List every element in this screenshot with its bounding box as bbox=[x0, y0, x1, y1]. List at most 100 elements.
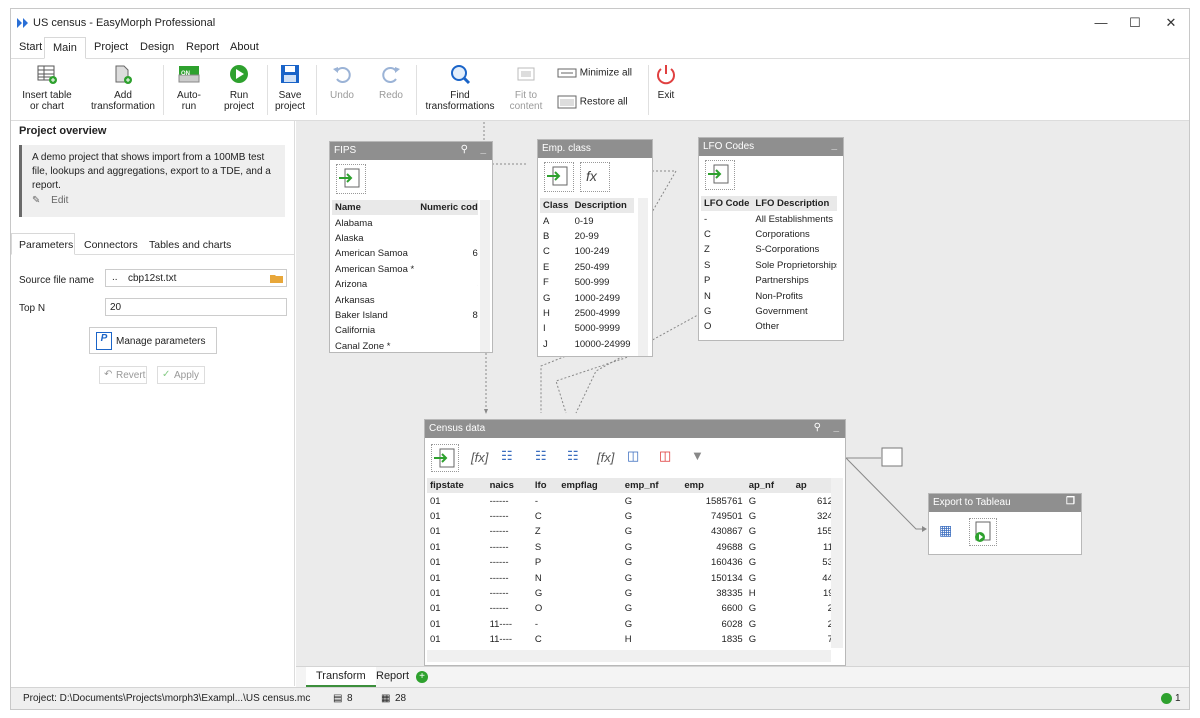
column-header[interactable]: ap_nf bbox=[745, 478, 793, 494]
column-header[interactable]: ap bbox=[792, 478, 831, 494]
census-row[interactable]: 01 ------ G G 38335 H 196911 bbox=[427, 586, 831, 601]
fips-row[interactable]: Alaska 2 bbox=[332, 231, 478, 246]
lfo-codes-panel[interactable]: LFO Codes _ LFO Code LFO Description - All E… bbox=[698, 137, 844, 341]
emp-class-row[interactable]: B 20-99 bbox=[540, 229, 634, 244]
undo-button[interactable]: Undo bbox=[326, 63, 358, 101]
minimize-icon[interactable]: _ bbox=[480, 144, 486, 155]
fit-to-content-button[interactable]: Fit to content bbox=[505, 63, 547, 112]
emp-class-row[interactable]: C 100-249 bbox=[540, 244, 634, 259]
column-header[interactable]: Name bbox=[332, 200, 418, 216]
emp-class-row[interactable]: F 500-999 bbox=[540, 275, 634, 290]
emp-class-row[interactable]: E 250-499 bbox=[540, 260, 634, 275]
census-row[interactable]: 01-------G1585761G6128495 bbox=[427, 493, 831, 508]
export-tableau-panel[interactable]: Export to Tableau ❐ ▦ bbox=[928, 493, 1082, 555]
add-transformation-button[interactable]: Add transformation bbox=[89, 63, 157, 112]
top-n-field[interactable]: 20 bbox=[105, 298, 287, 316]
census-row[interactable]: 01 ------ N G 150134 G 446028 bbox=[427, 570, 831, 585]
column-header[interactable]: emp bbox=[681, 478, 746, 494]
menu-start[interactable]: Start bbox=[17, 41, 44, 53]
filter-icon[interactable]: ▼ bbox=[691, 448, 704, 463]
revert-button[interactable]: ↶ Revert bbox=[99, 366, 147, 384]
column-header[interactable]: naics bbox=[486, 478, 532, 494]
fips-row[interactable]: American Samoa *3 bbox=[332, 262, 478, 277]
source-file-field[interactable]: .. cbp12st.txt bbox=[105, 269, 287, 287]
column-header[interactable]: Numeric code bbox=[417, 200, 478, 216]
run-project-button[interactable]: Run project bbox=[217, 63, 261, 112]
column-header[interactable]: fipstate bbox=[427, 478, 487, 494]
vertical-scrollbar[interactable] bbox=[831, 478, 843, 648]
fips-row[interactable]: Alabama 1 bbox=[332, 215, 478, 230]
census-row[interactable]: 01 ------ Z G 430867 G 1557505 bbox=[427, 524, 831, 539]
manage-parameters-button[interactable]: P Manage parameters bbox=[89, 327, 217, 354]
redo-button[interactable]: Redo bbox=[375, 63, 407, 101]
insert-table-button[interactable]: Insert table or chart bbox=[19, 63, 75, 112]
add-tab-icon[interactable]: + bbox=[416, 671, 428, 683]
restore-icon[interactable]: ❐ bbox=[1066, 496, 1075, 507]
menu-main[interactable]: Main bbox=[44, 37, 86, 59]
census-row[interactable]: 01 ------ S G 49688 G 118180 bbox=[427, 540, 831, 555]
emp-class-row[interactable]: I 5000-9999 bbox=[540, 321, 634, 336]
fips-row[interactable]: American Samoa 60 bbox=[332, 246, 478, 261]
minimize-icon[interactable]: _ bbox=[831, 140, 837, 151]
lfo-row[interactable]: C Corporations bbox=[701, 227, 837, 242]
lfo-row[interactable]: Z S-Corporations bbox=[701, 242, 837, 257]
search-icon[interactable]: ⚲ bbox=[814, 422, 821, 433]
tableau-export-icon[interactable]: ▦ bbox=[939, 522, 952, 539]
lfo-row[interactable]: O Other bbox=[701, 319, 837, 334]
formula-icon[interactable]: [fx] bbox=[597, 450, 614, 465]
transform-canvas[interactable]: FIPS⚲_ NameNumeric codeAlabama1Alaska2Am… bbox=[296, 121, 1189, 666]
folder-icon[interactable] bbox=[270, 273, 284, 284]
import-step-icon[interactable] bbox=[705, 160, 735, 190]
column-header[interactable]: lfo bbox=[531, 478, 559, 494]
column-header[interactable]: Class bbox=[540, 198, 572, 214]
lfo-row[interactable]: N Non-Profits bbox=[701, 288, 837, 303]
import-step-icon[interactable] bbox=[544, 162, 574, 192]
lfo-row[interactable]: G Government bbox=[701, 304, 837, 319]
fips-row[interactable]: Baker Island 81 bbox=[332, 308, 478, 323]
lfo-row[interactable]: P Partnerships bbox=[701, 273, 837, 288]
scrollbar[interactable] bbox=[480, 200, 490, 352]
emp-class-row[interactable]: J 10000-24999 bbox=[540, 337, 634, 352]
exit-button[interactable]: Exit bbox=[653, 63, 679, 101]
emp-class-panel[interactable]: Emp. class fx Class Description A 0-19 B 20-9… bbox=[537, 139, 653, 357]
restore-all-button[interactable]: Restore all bbox=[557, 95, 628, 109]
lookup-icon[interactable]: ☷ bbox=[501, 448, 513, 464]
search-icon[interactable]: ⚲ bbox=[461, 144, 468, 155]
columns-icon[interactable]: ◫ bbox=[627, 448, 639, 464]
tab-parameters[interactable]: Parameters bbox=[11, 233, 75, 255]
census-row[interactable]: 01 11---- - G 6028 G 21269 bbox=[427, 617, 831, 632]
emp-class-row[interactable]: H 2500-4999 bbox=[540, 306, 634, 321]
import-step-icon[interactable] bbox=[431, 444, 459, 472]
menu-about[interactable]: About bbox=[228, 41, 261, 53]
column-header[interactable]: Description bbox=[571, 198, 634, 214]
menu-report[interactable]: Report bbox=[184, 41, 221, 53]
emp-class-row[interactable]: A 0-19 bbox=[540, 213, 634, 228]
tab-report[interactable]: Report bbox=[366, 667, 419, 687]
census-row[interactable]: 01 ------ C G 749501 G 3248600 bbox=[427, 509, 831, 524]
column-header[interactable]: LFO Description bbox=[752, 196, 837, 212]
minimize-icon[interactable]: _ bbox=[833, 422, 839, 433]
minimize-window-icon[interactable]: — bbox=[1091, 15, 1111, 30]
lfo-row[interactable]: S Sole Proprietorships bbox=[701, 258, 837, 273]
census-row[interactable]: 01 ------ O G 6600 G 26343 bbox=[427, 601, 831, 616]
scrollbar[interactable] bbox=[638, 198, 648, 356]
fips-row[interactable]: Arkansas 5 bbox=[332, 292, 478, 307]
census-row[interactable]: 01 ------ P G 160436 G 534917 bbox=[427, 555, 831, 570]
export-run-icon[interactable] bbox=[969, 518, 997, 546]
tab-tables-and-charts[interactable]: Tables and charts bbox=[149, 239, 231, 251]
lfo-row[interactable]: - All Establishments bbox=[701, 211, 837, 226]
find-transformations-button[interactable]: Find transformations bbox=[421, 63, 499, 112]
apply-button[interactable]: ✓ Apply bbox=[157, 366, 205, 384]
menu-project[interactable]: Project bbox=[92, 41, 130, 53]
fips-row[interactable]: Canal Zone * 7 bbox=[332, 339, 478, 352]
remove-columns-icon[interactable]: ◫ bbox=[659, 448, 671, 464]
horizontal-scrollbar[interactable] bbox=[427, 650, 831, 662]
save-project-button[interactable]: Save project bbox=[271, 63, 309, 112]
menu-design[interactable]: Design bbox=[138, 41, 176, 53]
formula-icon[interactable]: [fx] bbox=[471, 450, 488, 465]
census-data-panel[interactable]: Census data ⚲ _ [fx] ☷ ☷ ☷ [fx] ◫ ◫ ▼ fips… bbox=[424, 419, 846, 666]
auto-run-toggle[interactable]: ON Auto- run bbox=[171, 63, 207, 112]
emp-class-row[interactable]: G 1000-2499 bbox=[540, 290, 634, 305]
column-header[interactable]: empflag bbox=[558, 478, 622, 494]
column-header[interactable]: LFO Code bbox=[701, 196, 753, 212]
